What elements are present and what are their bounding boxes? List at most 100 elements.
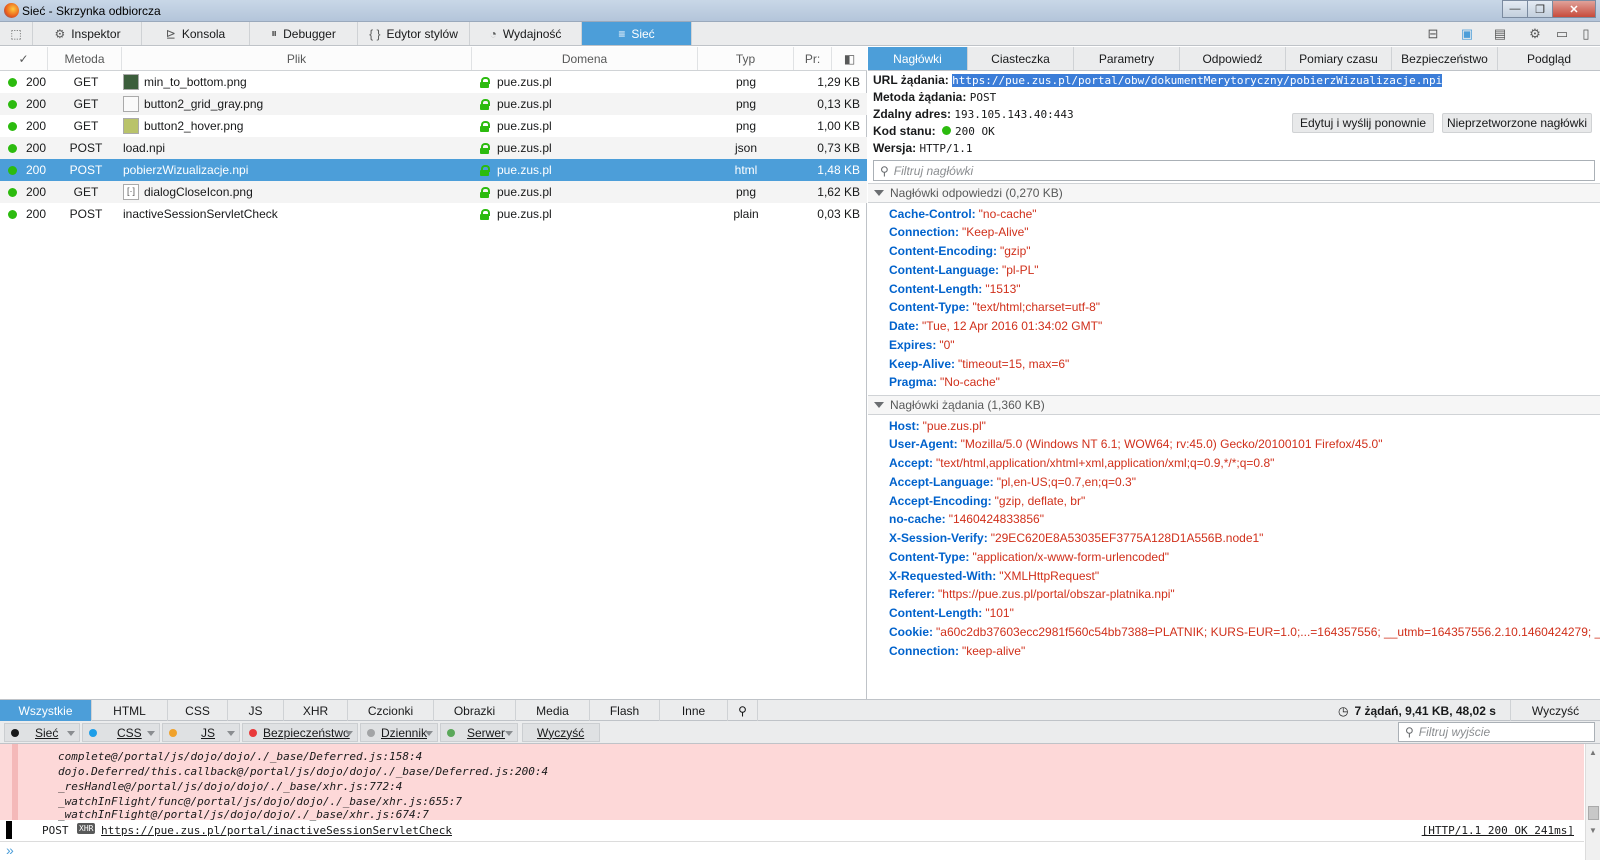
settings-gear-icon[interactable]: ⚙ [1522,22,1548,45]
edit-resend-button[interactable]: Edytuj i wyślij ponownie [1292,113,1434,133]
tab-response[interactable]: Odpowiedź [1180,47,1286,70]
column-method[interactable]: Metoda [48,47,122,70]
row-domain: pue.zus.pl [497,119,552,133]
clear-requests-button[interactable]: Wyczyść [1510,700,1600,721]
header-entry[interactable]: Content-Length: "1513" [889,279,1021,298]
filter-js[interactable]: JS [228,700,284,721]
network-log-entry[interactable]: POST XHR https://pue.zus.pl/portal/inact… [0,821,1584,839]
console-filter-css[interactable]: CSS [82,723,160,742]
request-row[interactable]: 200 GET [·] dialogCloseIcon.png pue.zus.p… [0,181,867,203]
console-filter-js[interactable]: JS [162,723,240,742]
scroll-down-icon[interactable]: ▼ [1589,826,1597,835]
request-row[interactable]: 200 GET min_to_bottom.png pue.zus.pl png… [0,71,867,93]
filter-all[interactable]: Wszystkie [0,700,92,721]
request-row[interactable]: 200 POST load.npi pue.zus.pl json 0,73 K… [0,137,867,159]
filter-html[interactable]: HTML [92,700,168,721]
tab-preview[interactable]: Podgląd [1498,47,1600,70]
header-entry[interactable]: Accept-Encoding: "gzip, deflate, br" [889,491,1085,510]
header-entry[interactable]: Accept: "text/html,application/xhtml+xml,… [889,454,1274,473]
filter-other[interactable]: Inne [660,700,728,721]
log-url-link[interactable]: https://pue.zus.pl/portal/inactiveSessio… [101,824,452,837]
minimize-button[interactable]: — [1502,0,1528,18]
request-row[interactable]: 200 POST inactiveSessionServletCheck pue… [0,203,867,225]
filter-output-input[interactable]: ⚲ Filtruj wyjście [1398,722,1595,742]
console-filter-security[interactable]: Bezpieczeństwo [242,723,358,742]
filter-css[interactable]: CSS [168,700,228,721]
filter-xhr[interactable]: XHR [284,700,348,721]
status-dot-icon [8,99,17,109]
network-filter-bar: Wszystkie HTML CSS JS XHR Czcionki Obraz… [0,699,1600,721]
tab-headers[interactable]: Nagłówki [868,47,968,70]
header-entry[interactable]: Date: "Tue, 12 Apr 2016 01:34:02 GMT" [889,317,1102,336]
filter-fonts[interactable]: Czcionki [348,700,434,721]
request-row-selected[interactable]: 200 POST pobierzWizualizacje.npi pue.zus… [0,159,867,181]
header-entry[interactable]: Connection: "Keep-Alive" [889,223,1029,242]
header-entry[interactable]: Keep-Alive: "timeout=15, max=6" [889,354,1069,373]
tab-timings[interactable]: Pomiary czasu [1286,47,1392,70]
header-entry[interactable]: Pragma: "No-cache" [889,373,1000,392]
raw-headers-button[interactable]: Nieprzetworzone nagłówki [1442,113,1592,133]
console-filter-logging[interactable]: Dziennik [360,723,438,742]
maximize-button[interactable]: ❐ [1527,0,1553,18]
filter-media[interactable]: Media [516,700,590,721]
header-entry[interactable]: Host: "pue.zus.pl" [889,416,986,435]
collapse-triangle-icon [874,402,884,408]
log-result-link[interactable]: [HTTP/1.1 200 OK 241ms] [1422,824,1574,837]
tab-security[interactable]: Bezpieczeństwo [1392,47,1498,70]
console-filter-server[interactable]: Serwer [440,723,518,742]
dock-bottom-icon[interactable]: ▭ [1550,22,1574,45]
request-url[interactable]: https://pue.zus.pl/portal/obw/dokumentMe… [952,74,1443,87]
header-name: Accept: [889,456,934,470]
tab-console[interactable]: ⊵ Konsola [142,22,250,45]
header-entry[interactable]: User-Agent: "Mozilla/5.0 (Windows NT 6.1;… [889,435,1382,454]
header-entry[interactable]: Accept-Language: "pl,en-US;q=0.7,en;q=0.3… [889,472,1136,491]
column-size[interactable]: Pr: [794,47,832,70]
scroll-up-icon[interactable]: ▲ [1589,748,1597,757]
header-entry[interactable]: Cookie: "a60c2db37603ecc2981f560c54bb7388… [889,622,1600,641]
close-button[interactable]: ✕ [1552,0,1596,18]
tab-cookies[interactable]: Ciasteczka [968,47,1074,70]
header-entry[interactable]: Content-Length: "101" [889,604,1014,623]
tab-inspector[interactable]: ⚙ Inspektor [34,22,142,45]
header-entry[interactable]: Connection: "keep-alive" [889,641,1025,660]
scrollbar-thumb[interactable] [1588,806,1599,820]
request-headers-section[interactable]: Nagłówki żądania (1,360 KB) [868,395,1600,415]
window-titlebar: Sieć - Skrzynka odbiorcza — ❐ ✕ [0,0,1600,22]
column-file[interactable]: Plik [122,47,472,70]
request-row[interactable]: 200 GET button2_hover.png pue.zus.pl png… [0,115,867,137]
header-entry[interactable]: Content-Type: "text/html;charset=utf-8" [889,298,1100,317]
header-entry[interactable]: no-cache: "1460424833856" [889,510,1044,529]
header-entry[interactable]: Expires: "0" [889,335,955,354]
tab-performance[interactable]: ◔ Wydajność [470,22,582,45]
responsive-mode-icon[interactable]: ▣ [1452,22,1482,45]
column-status[interactable]: ✓ [0,47,48,70]
filter-headers-input[interactable]: ⚲ Filtruj nagłówki [873,160,1595,181]
header-entry[interactable]: Content-Encoding: "gzip" [889,242,1031,261]
filter-images[interactable]: Obrazki [434,700,516,721]
header-entry[interactable]: Referer: "https://pue.zus.pl/portal/obsza… [889,585,1175,604]
tab-network[interactable]: ≡ Sieć [582,22,692,45]
header-entry[interactable]: Content-Type: "application/x-www-form-url… [889,547,1169,566]
column-type[interactable]: Typ [698,47,794,70]
filter-flash[interactable]: Flash [590,700,660,721]
console-input[interactable] [24,843,1584,858]
tab-debugger[interactable]: ⏸ Debugger [250,22,358,45]
request-row[interactable]: 200 GET button2_grid_gray.png pue.zus.pl… [0,93,867,115]
screenshot-icon[interactable]: ▤ [1485,22,1515,45]
console-scrollbar[interactable]: ▲ ▼ [1585,744,1600,860]
tab-params[interactable]: Parametry [1074,47,1180,70]
console-clear-button[interactable]: Wyczyść [522,723,600,742]
search-requests-icon[interactable]: ⚲ [728,700,758,721]
header-entry[interactable]: X-Session-Verify: "29EC620E8A53035EF3775A… [889,529,1263,548]
tab-style-editor[interactable]: { } Edytor stylów [358,22,470,45]
pick-element-button[interactable]: ⬚ [0,22,33,45]
dock-side-icon[interactable]: ▯ [1574,22,1598,45]
split-console-icon[interactable]: ⊟ [1418,22,1448,45]
column-domain[interactable]: Domena [472,47,698,70]
console-filter-net[interactable]: Sieć [4,723,80,742]
header-entry[interactable]: Cache-Control: "no-cache" [889,204,1037,223]
response-headers-section[interactable]: Nagłówki odpowiedzi (0,270 KB) [868,183,1600,203]
toggle-waterfall-icon[interactable]: ◧ [832,47,867,70]
header-entry[interactable]: Content-Language: "pl-PL" [889,260,1039,279]
header-entry[interactable]: X-Requested-With: "XMLHttpRequest" [889,566,1099,585]
